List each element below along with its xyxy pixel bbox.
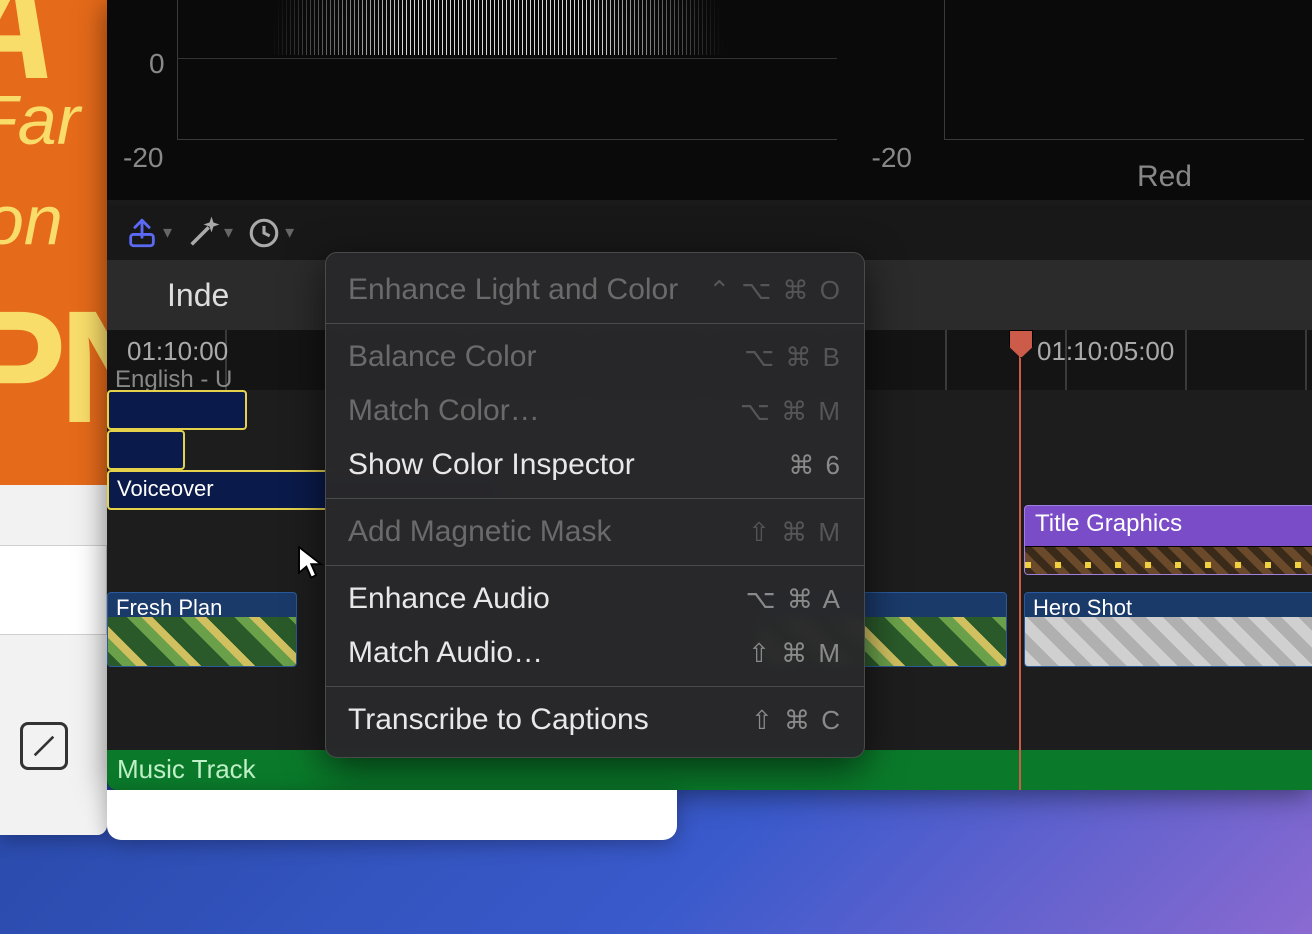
- clip-fresh-plan[interactable]: Fresh Plan: [107, 592, 297, 667]
- scope-axis-label: 0: [149, 48, 165, 80]
- menu-item-enhance-audio[interactable]: Enhance Audio ⌥ ⌘ A: [326, 572, 864, 626]
- menu-item-label: Enhance Light and Color: [348, 273, 678, 307]
- background-window-left: A Far tion PN: [0, 0, 107, 835]
- menu-item-enhance-light-color: Enhance Light and Color ⌃ ⌥ ⌘ O: [326, 263, 864, 317]
- magic-wand-button[interactable]: ▾: [186, 216, 233, 250]
- menu-item-show-color-inspector[interactable]: Show Color Inspector ⌘ 6: [326, 438, 864, 492]
- scope-channel-label: Red: [1137, 160, 1192, 194]
- scope-axis-label: -20: [123, 142, 163, 174]
- chevron-down-icon: ▾: [224, 222, 233, 243]
- scope-axis-label: -20: [872, 142, 912, 174]
- menu-item-shortcut: ⇧ ⌘ M: [748, 638, 842, 669]
- background-window-lower: [0, 485, 107, 835]
- artwork-text: Far: [0, 80, 80, 160]
- clip-label: Hero Shot: [1033, 595, 1132, 621]
- retime-button[interactable]: ▾: [247, 216, 294, 250]
- menu-item-label: Show Color Inspector: [348, 448, 635, 482]
- color-scope[interactable]: [944, 0, 1304, 140]
- clip-title-graphics[interactable]: Title Graphics: [1024, 505, 1312, 575]
- chevron-down-icon: ▾: [285, 222, 294, 243]
- clip-hero-shot[interactable]: Hero Shot: [1024, 592, 1312, 667]
- clip-label: Fresh Plan: [116, 595, 222, 621]
- menu-item-label: Match Audio…: [348, 636, 543, 670]
- menu-item-shortcut: ⌥ ⌘ A: [746, 584, 842, 615]
- menu-item-label: Add Magnetic Mask: [348, 515, 611, 549]
- menu-item-shortcut: ⌥ ⌘ B: [744, 342, 842, 373]
- artwork-text: tion: [0, 180, 63, 260]
- menu-item-transcribe-captions[interactable]: Transcribe to Captions ⇧ ⌘ C: [326, 693, 864, 747]
- menu-item-shortcut: ⌥ ⌘ M: [740, 396, 842, 427]
- menu-item-shortcut: ⌃ ⌥ ⌘ O: [708, 275, 842, 306]
- menu-item-shortcut: ⌘ 6: [788, 450, 842, 481]
- share-button[interactable]: ▾: [125, 216, 172, 250]
- clip-audio-segment[interactable]: [107, 430, 185, 470]
- playhead[interactable]: [1019, 330, 1021, 790]
- menu-item-label: Balance Color: [348, 340, 536, 374]
- timecode-label: 01:10:00: [127, 336, 228, 367]
- menu-item-label: Match Color…: [348, 394, 540, 428]
- enhance-dropdown-menu: Enhance Light and Color ⌃ ⌥ ⌘ O Balance …: [325, 252, 865, 758]
- background-panel: [0, 545, 107, 635]
- clip-audio-segment[interactable]: [107, 390, 247, 430]
- chevron-down-icon: ▾: [163, 222, 172, 243]
- menu-item-label: Transcribe to Captions: [348, 703, 649, 737]
- clip-label: Music Track: [117, 754, 256, 784]
- background-window-bottom: [107, 790, 677, 840]
- timecode-label: 01:10:05:00: [1037, 336, 1174, 367]
- artwork-text: PN: [0, 275, 107, 459]
- menu-item-add-magnetic-mask: Add Magnetic Mask ⇧ ⌘ M: [326, 505, 864, 559]
- menu-item-match-color: Match Color… ⌥ ⌘ M: [326, 384, 864, 438]
- scopes-panel: 0 -20 -20 Red: [107, 0, 1312, 200]
- menu-item-balance-color: Balance Color ⌥ ⌘ B: [326, 330, 864, 384]
- menu-item-label: Enhance Audio: [348, 582, 550, 616]
- menu-item-shortcut: ⇧ ⌘ C: [751, 705, 842, 736]
- menu-item-match-audio[interactable]: Match Audio… ⇧ ⌘ M: [326, 626, 864, 680]
- clip-label: Title Graphics: [1035, 510, 1182, 537]
- video-editor-window: 0 -20 -20 Red ▾ ▾ ▾ Inde 01:10:00 Englis…: [107, 0, 1312, 790]
- menu-item-shortcut: ⇧ ⌘ M: [748, 517, 842, 548]
- edit-icon[interactable]: [20, 722, 68, 770]
- waveform-scope[interactable]: [177, 0, 837, 140]
- index-button[interactable]: Inde: [167, 277, 229, 314]
- album-artwork: A Far tion PN: [0, 0, 107, 485]
